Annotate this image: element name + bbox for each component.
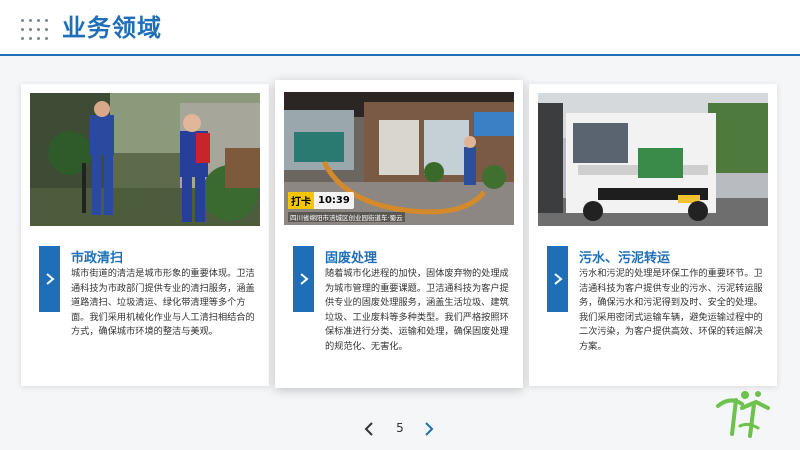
page-number: 5 xyxy=(396,421,404,435)
photo-solid-waste: 打卡 10:39 四川省绵阳市涪城区创业园街道车·蜀云 xyxy=(284,92,514,225)
card-municipal-cleaning[interactable]: 市政清扫 城市街道的清洁是城市形象的重要体现。卫洁通科技为市政部门提供专业的清扫… xyxy=(21,84,269,386)
timestamp-badge: 打卡 10:39 xyxy=(288,192,354,209)
card-sewage-transfer[interactable]: 污水、污泥转运 污水和污泥的处理是环保工作的重要环节。卫洁通科技为客户提供专业的… xyxy=(529,84,777,386)
photo-location-caption: 四川省绵阳市涪城区创业园街道车·蜀云 xyxy=(288,212,405,222)
chevron-right-icon xyxy=(425,422,434,436)
timestamp-time: 10:39 xyxy=(318,195,350,206)
card-title: 污水、污泥转运 xyxy=(579,251,671,266)
card-solid-waste[interactable]: 打卡 10:39 四川省绵阳市涪城区创业园街道车·蜀云 固废处理 随着城市化进程… xyxy=(275,80,523,388)
header-bar: 业务领域 xyxy=(0,0,800,56)
card-description: 城市街道的清洁是城市形象的重要体现。卫洁通科技为市政部门提供专业的清扫服务，涵盖… xyxy=(71,268,255,338)
chevron-right-icon xyxy=(299,273,309,285)
card-title: 固废处理 xyxy=(325,251,378,266)
checkin-tag: 打卡 xyxy=(288,192,314,209)
card-description: 随着城市化进程的加快，固体废弃物的处理成为城市管理的重要课题。卫洁通科技为客户提… xyxy=(325,268,509,352)
photo-sewage-truck xyxy=(538,93,768,226)
prev-page-button[interactable] xyxy=(360,419,378,439)
company-logo xyxy=(712,386,774,442)
next-page-button[interactable] xyxy=(420,419,438,439)
card-description: 污水和污泥的处理是环保工作的重要环节。卫洁通科技为客户提供专业的污水、污泥转运服… xyxy=(579,268,763,352)
dots-grid-icon xyxy=(21,19,48,41)
pagination: 5 xyxy=(360,419,440,439)
card-arrow-button[interactable] xyxy=(293,246,314,312)
card-arrow-button[interactable] xyxy=(39,246,60,312)
chevron-right-icon xyxy=(553,273,563,285)
logo-icon xyxy=(716,391,770,438)
page-title: 业务领域 xyxy=(62,14,162,42)
photo-street-cleaning xyxy=(30,93,260,226)
card-title: 市政清扫 xyxy=(71,251,124,266)
chevron-right-icon xyxy=(45,273,55,285)
chevron-left-icon xyxy=(364,422,373,436)
card-arrow-button[interactable] xyxy=(547,246,568,312)
